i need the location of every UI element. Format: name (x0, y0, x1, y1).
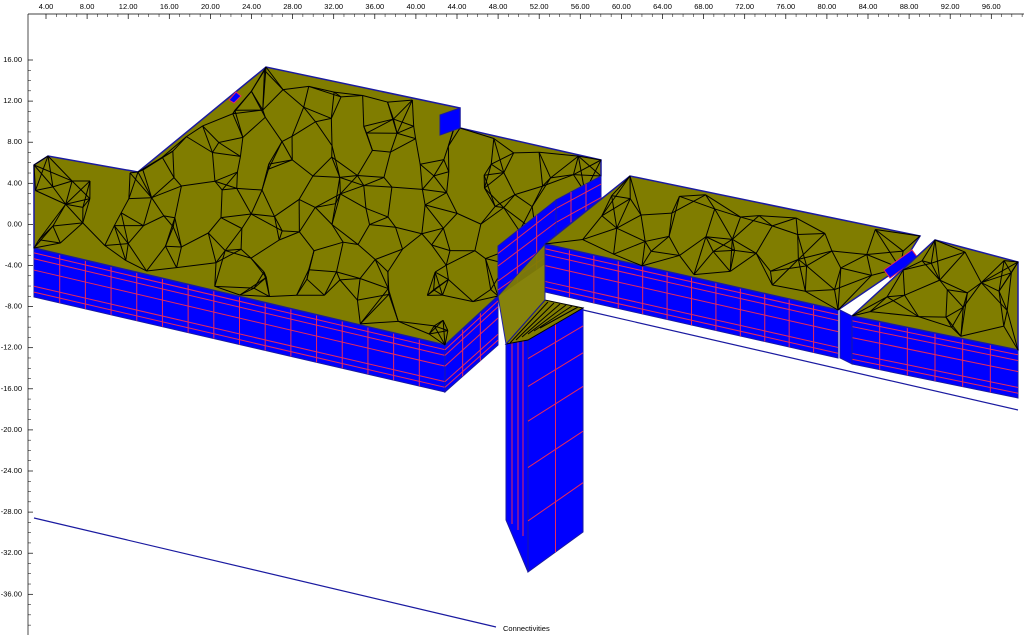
top-ruler-label: 28.00 (283, 2, 302, 11)
top-ruler-label: 84.00 (859, 2, 878, 11)
left-ruler-label: 4.00 (7, 178, 22, 187)
top-ruler-label: 80.00 (818, 2, 837, 11)
left-ruler-label: -4.00 (5, 261, 22, 270)
left-ruler: 16.00 12.00 8.00 4.00 0.00 -4.00 -8.00 -12.00 -1… (1, 14, 33, 635)
top-ruler-label: 56.00 (571, 2, 590, 11)
top-ruler-label: 52.00 (530, 2, 549, 11)
top-ruler-label: 92.00 (941, 2, 960, 11)
top-ruler-label: 24.00 (242, 2, 261, 11)
left-ruler-label: -20.00 (1, 425, 22, 434)
top-ruler-label: 4.00 (39, 2, 54, 11)
left-ruler-label: -16.00 (1, 384, 22, 393)
top-ruler-label: 48.00 (489, 2, 508, 11)
left-ruler-label: 16.00 (3, 55, 22, 64)
wall-side-face (506, 340, 528, 572)
top-ruler-label: 12.00 (119, 2, 138, 11)
top-ruler-label: 76.00 (776, 2, 795, 11)
top-ruler: 4.00 8.00 12.00 16.00 20.00 24.00 28.00 32.00 36… (28, 2, 1024, 19)
top-ruler-label: 36.00 (365, 2, 384, 11)
left-ruler-label: -12.00 (1, 343, 22, 352)
top-ruler-label: 40.00 (407, 2, 426, 11)
left-ruler-label: -8.00 (5, 302, 22, 311)
top-ruler-label: 68.00 (694, 2, 713, 11)
top-ruler-label: 72.00 (735, 2, 754, 11)
left-ruler-label: -36.00 (1, 589, 22, 598)
top-ruler-label: 8.00 (80, 2, 95, 11)
left-ruler-label: -24.00 (1, 466, 22, 475)
ground-line-left (34, 518, 496, 627)
left-ruler-label: -32.00 (1, 548, 22, 557)
top-ruler-label: 64.00 (653, 2, 672, 11)
left-ruler-label: 12.00 (3, 96, 22, 105)
top-ruler-label: 44.00 (448, 2, 467, 11)
left-ruler-label: 0.00 (7, 219, 22, 228)
left-ruler-label: 8.00 (7, 137, 22, 146)
top-ruler-label: 88.00 (900, 2, 919, 11)
gap-wall (840, 310, 852, 364)
left-ruler-label: -28.00 (1, 507, 22, 516)
top-ruler-label: 96.00 (982, 2, 1001, 11)
mesh-3d-view[interactable]: 4.00 8.00 12.00 16.00 20.00 24.00 28.00 32.00 36… (0, 0, 1024, 635)
top-ruler-label: 32.00 (324, 2, 343, 11)
top-ruler-label: 16.00 (160, 2, 179, 11)
model-viewport[interactable]: 4.00 8.00 12.00 16.00 20.00 24.00 28.00 32.00 36… (0, 0, 1024, 635)
top-ruler-label: 60.00 (612, 2, 631, 11)
connectivities-caption: Connectivities (503, 624, 550, 633)
top-ruler-label: 20.00 (201, 2, 220, 11)
